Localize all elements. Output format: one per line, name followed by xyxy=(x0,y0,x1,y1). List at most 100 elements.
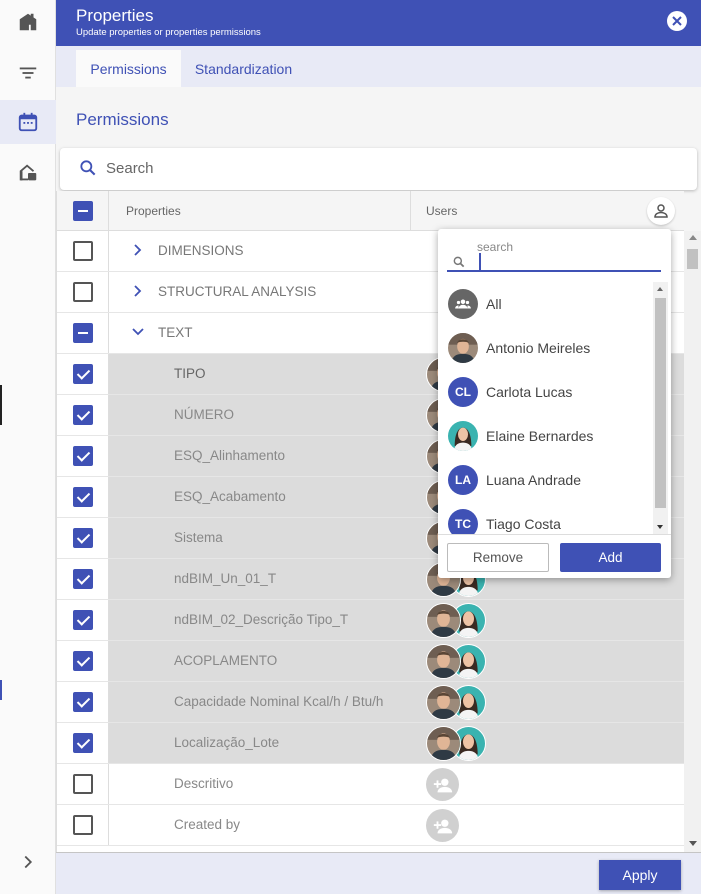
user-avatar[interactable] xyxy=(426,726,461,761)
scroll-down-arrow[interactable] xyxy=(689,841,697,846)
tab-permissions[interactable]: Permissions xyxy=(76,50,181,87)
chevron-right-icon xyxy=(24,855,33,869)
dialog-footer: Apply xyxy=(56,852,701,894)
edge-mark xyxy=(0,680,2,700)
user-name: Carlota Lucas xyxy=(486,384,573,400)
chevron-down-icon[interactable] xyxy=(131,325,145,339)
scroll-down-arrow[interactable] xyxy=(657,525,663,529)
check-cell xyxy=(57,600,109,640)
close-button[interactable] xyxy=(667,11,687,31)
check-cell xyxy=(57,313,109,353)
scroll-thumb[interactable] xyxy=(687,249,698,269)
property-label: ndBIM_02_Descrição Tipo_T xyxy=(174,612,349,627)
table-row[interactable]: Descritivo xyxy=(57,764,684,805)
side-navigation xyxy=(0,0,56,894)
row-checkbox[interactable] xyxy=(73,610,93,630)
scroll-thumb[interactable] xyxy=(655,298,666,508)
group-label: DIMENSIONS xyxy=(158,243,244,258)
row-checkbox[interactable] xyxy=(73,323,93,343)
property-label: TIPO xyxy=(174,366,206,381)
user-avatar[interactable] xyxy=(426,685,461,720)
user-name: Luana Andrade xyxy=(486,472,581,488)
filter-nav-button[interactable] xyxy=(0,51,56,95)
table-row[interactable]: ACOPLAMENTO xyxy=(57,641,684,682)
user-list-item[interactable]: TC Tiago Costa xyxy=(438,502,654,534)
property-label: Created by xyxy=(174,817,241,832)
user-list-scrollbar[interactable] xyxy=(653,282,668,534)
property-label: ACOPLAMENTO xyxy=(174,653,278,668)
user-picker-button[interactable] xyxy=(647,197,675,225)
property-label: ESQ_Acabamento xyxy=(174,489,286,504)
property-label: Localização_Lote xyxy=(174,735,280,750)
table-header: Properties Users xyxy=(57,191,684,231)
table-row[interactable]: Localização_Lote xyxy=(57,723,684,764)
add-user-button[interactable] xyxy=(426,809,459,842)
remove-button[interactable]: Remove xyxy=(447,543,549,572)
add-button[interactable]: Add xyxy=(560,543,661,572)
row-checkbox[interactable] xyxy=(73,651,93,671)
user-list-item[interactable]: Antonio Meireles xyxy=(438,326,654,370)
apply-button[interactable]: Apply xyxy=(599,860,681,890)
add-user-button[interactable] xyxy=(426,768,459,801)
table-scrollbar[interactable] xyxy=(684,231,701,852)
scroll-up-arrow[interactable] xyxy=(657,287,663,291)
user-avatar xyxy=(448,333,478,363)
user-list: All Antonio Meireles CL Carlota Lucas Elaine… xyxy=(438,282,654,534)
row-checkbox[interactable] xyxy=(73,446,93,466)
search-icon xyxy=(80,160,96,176)
user-initials-avatar: CL xyxy=(448,377,478,407)
check-cell xyxy=(57,354,109,394)
chevron-right-icon[interactable] xyxy=(131,243,145,257)
dialog-subtitle: Update properties or properties permissi… xyxy=(76,27,261,38)
property-label: ndBIM_Un_01_T xyxy=(174,571,277,586)
row-checkbox[interactable] xyxy=(73,241,93,261)
table-row[interactable]: Created by xyxy=(57,805,684,846)
tab-bar: Permissions Standardization xyxy=(56,46,701,87)
user-avatar[interactable] xyxy=(426,644,461,679)
property-label: Capacidade Nominal Kcal/h / Btu/h xyxy=(174,694,384,709)
column-divider xyxy=(410,191,411,231)
row-checkbox[interactable] xyxy=(73,364,93,384)
table-row[interactable]: Capacidade Nominal Kcal/h / Btu/h xyxy=(57,682,684,723)
row-checkbox[interactable] xyxy=(73,282,93,302)
user-list-item[interactable]: CL Carlota Lucas xyxy=(438,370,654,414)
chevron-right-icon[interactable] xyxy=(131,284,145,298)
dialog-header: Properties Update properties or properti… xyxy=(56,0,701,46)
row-checkbox[interactable] xyxy=(73,733,93,753)
row-checkbox[interactable] xyxy=(73,405,93,425)
calendar-icon xyxy=(18,112,38,132)
check-cell xyxy=(57,682,109,722)
search-input[interactable]: Search xyxy=(60,148,697,190)
scroll-up-arrow[interactable] xyxy=(689,235,697,240)
user-search-input[interactable] xyxy=(447,270,661,272)
row-checkbox[interactable] xyxy=(73,487,93,507)
expand-nav-button[interactable] xyxy=(0,840,56,884)
user-avatar[interactable] xyxy=(426,603,461,638)
row-checkbox[interactable] xyxy=(73,774,93,794)
user-picker-popup: search All Antonio Meireles CL Carlota Luca… xyxy=(438,229,671,578)
user-list-item[interactable]: All xyxy=(438,282,654,326)
select-all-checkbox[interactable] xyxy=(73,201,93,221)
row-checkbox[interactable] xyxy=(73,528,93,548)
edge-mark xyxy=(0,385,2,425)
filter-icon xyxy=(19,67,37,79)
table-row[interactable]: ndBIM_02_Descrição Tipo_T xyxy=(57,600,684,641)
check-cell xyxy=(57,641,109,681)
search-placeholder: Search xyxy=(106,160,154,177)
house-icon xyxy=(19,164,37,181)
row-checkbox[interactable] xyxy=(73,815,93,835)
property-label: ESQ_Alinhamento xyxy=(174,448,286,463)
check-cell xyxy=(57,231,109,271)
tab-standardization[interactable]: Standardization xyxy=(186,50,301,87)
check-cell xyxy=(57,518,109,558)
row-checkbox[interactable] xyxy=(73,692,93,712)
check-cell xyxy=(57,764,109,804)
text-cursor xyxy=(479,253,481,270)
house-settings-nav-button[interactable] xyxy=(0,151,56,195)
user-initials-avatar: TC xyxy=(448,509,478,534)
row-checkbox[interactable] xyxy=(73,569,93,589)
user-list-item[interactable]: LA Luana Andrade xyxy=(438,458,654,502)
home-nav-button[interactable] xyxy=(0,0,56,44)
calendar-nav-button[interactable] xyxy=(0,100,56,144)
user-list-item[interactable]: Elaine Bernardes xyxy=(438,414,654,458)
